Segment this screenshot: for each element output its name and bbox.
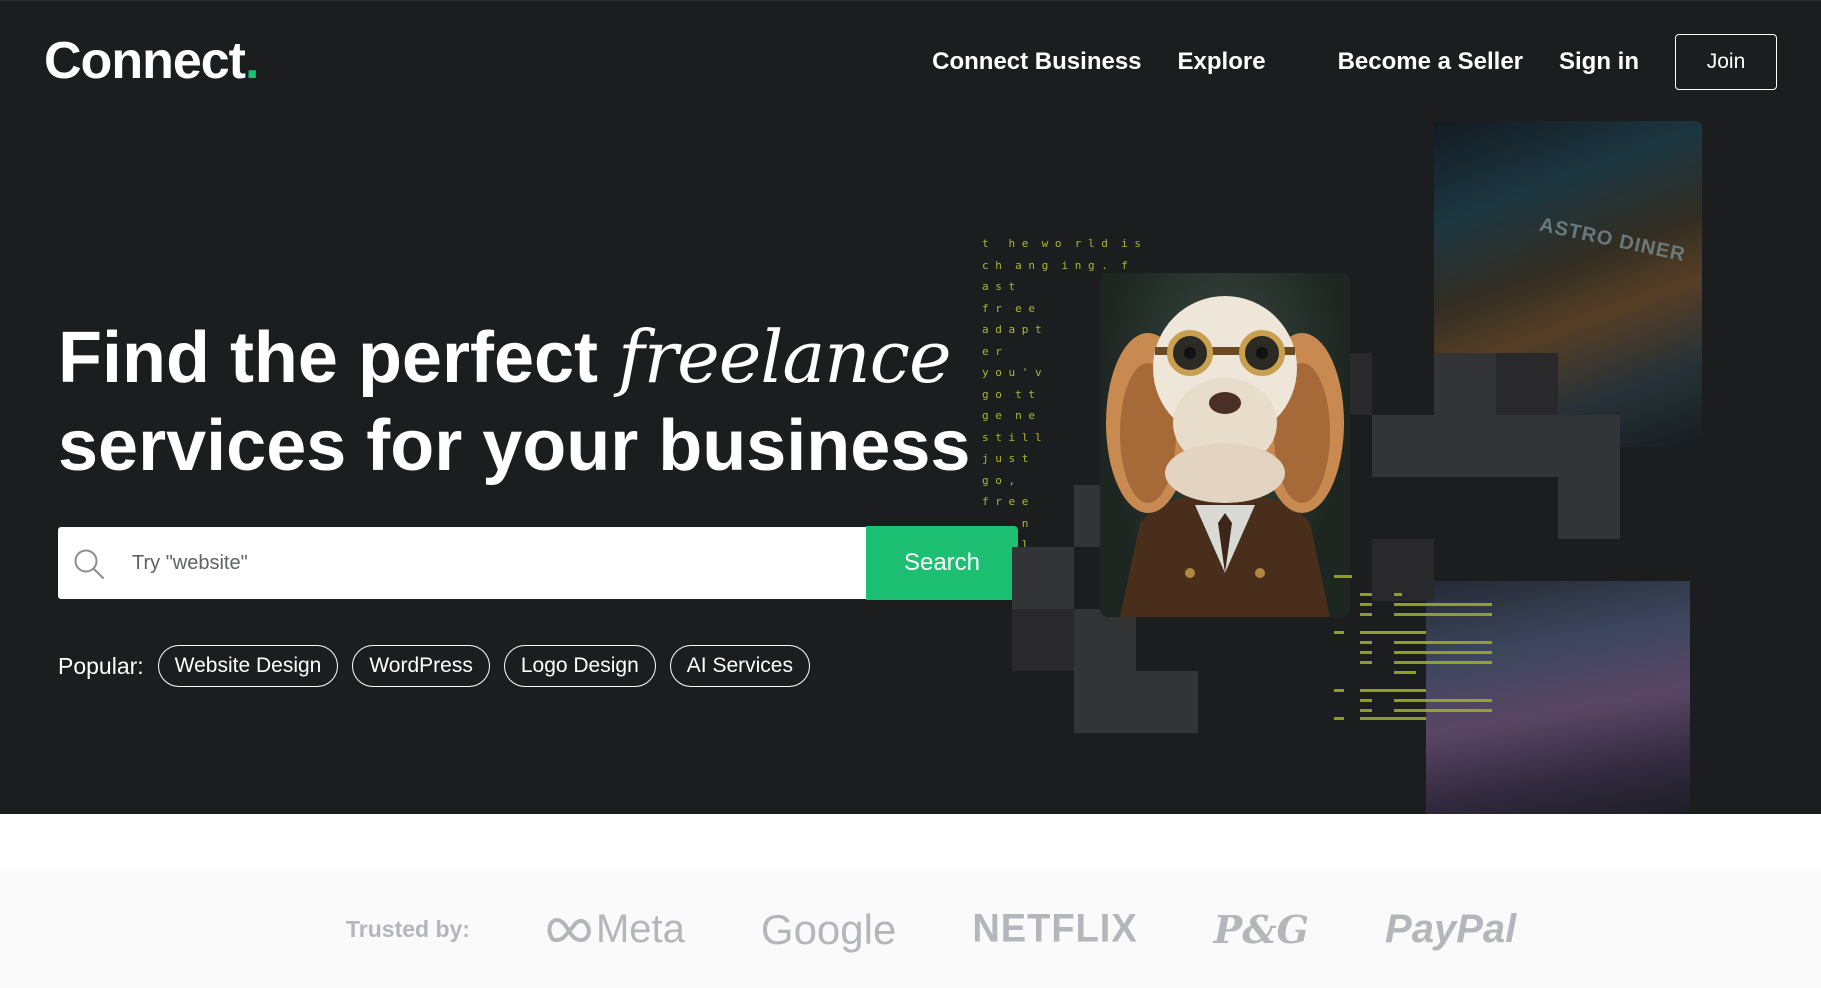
tag-wordpress[interactable]: WordPress xyxy=(352,645,490,687)
nav-connect-business[interactable]: Connect Business xyxy=(932,48,1141,76)
nav-become-seller[interactable]: Become a Seller xyxy=(1338,48,1523,76)
search-field[interactable] xyxy=(58,527,866,599)
pixel-tile xyxy=(1074,609,1136,671)
pixel-tile xyxy=(1012,609,1074,671)
pixel-tile xyxy=(1074,671,1198,733)
pixel-tile xyxy=(1434,353,1496,415)
pixel-tile xyxy=(1496,353,1558,415)
popular-label: Popular: xyxy=(58,652,144,679)
dog-portrait-image xyxy=(1100,273,1350,617)
trusted-by-label: Trusted by: xyxy=(346,916,470,942)
google-logo: Google xyxy=(760,905,897,953)
dog-illustration xyxy=(1106,296,1344,617)
join-button[interactable]: Join xyxy=(1675,34,1777,90)
headline-line2: services for your business xyxy=(58,406,971,486)
pixel-tile xyxy=(1558,415,1620,477)
meta-infinity-icon xyxy=(547,917,591,942)
trusted-by-bar: Trusted by: Meta Google NETFLIX P&G PayP… xyxy=(0,871,1821,988)
pixel-tile xyxy=(1434,415,1496,477)
headline-italic-word: freelance xyxy=(618,315,952,399)
tag-logo-design[interactable]: Logo Design xyxy=(503,645,656,687)
connect-logo[interactable]: Connect. xyxy=(44,31,259,91)
search-input[interactable] xyxy=(132,527,852,599)
pg-logo: P&G xyxy=(1213,907,1310,952)
top-nav: Connect Business Explore Become a Seller… xyxy=(932,34,1777,90)
search-bar: Search xyxy=(58,526,1018,600)
search-icon xyxy=(74,549,104,579)
nav-sign-in[interactable]: Sign in xyxy=(1559,48,1639,76)
nav-explore[interactable]: Explore xyxy=(1178,48,1266,76)
popular-tags: Popular: Website Design WordPress Logo D… xyxy=(58,645,824,687)
netflix-logo: NETFLIX xyxy=(972,906,1138,952)
headline-line1: Find the perfect freelance xyxy=(58,315,952,399)
tag-website-design[interactable]: Website Design xyxy=(157,645,339,687)
pixel-tile xyxy=(1496,415,1558,477)
tag-ai-services[interactable]: AI Services xyxy=(669,645,810,687)
astro-diner-sign: ASTRO DINER xyxy=(1537,213,1688,267)
meta-wordmark: Meta xyxy=(595,907,685,951)
meta-logo: Meta xyxy=(546,907,685,952)
paypal-logo: PayPal xyxy=(1385,907,1517,951)
headline-line1-text: Find the perfect xyxy=(58,318,619,398)
hero-section: Connect. Connect Business Explore Become… xyxy=(0,0,1821,814)
hero-headline: Find the perfect freelance services for … xyxy=(58,313,970,490)
trusted-by-row: Trusted by: Meta Google NETFLIX P&G PayP… xyxy=(346,871,1516,988)
pixel-tile xyxy=(1012,547,1074,609)
pixel-tile xyxy=(1372,415,1434,477)
logo-text: Connect xyxy=(44,32,246,90)
pixel-tile xyxy=(1558,477,1620,539)
hero-visual: ASTRO DINER t h e w o r l d i s c h a n … xyxy=(980,121,1740,814)
logo-dot: . xyxy=(245,32,259,90)
code-lines-graphic xyxy=(1334,575,1534,775)
